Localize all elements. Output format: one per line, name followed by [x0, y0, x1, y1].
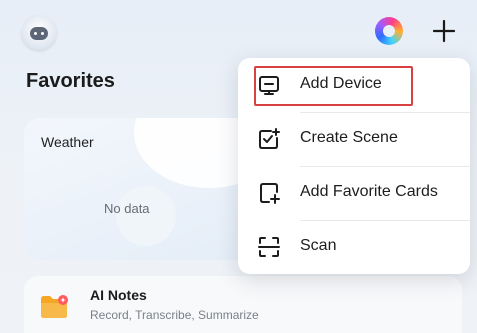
menu-item-add-favorite-cards[interactable]: Add Favorite Cards	[238, 166, 470, 220]
folder-notes-icon	[41, 295, 68, 318]
menu-item-label: Add Favorite Cards	[300, 183, 438, 200]
menu-item-scan[interactable]: Scan	[238, 220, 470, 274]
plus-icon	[432, 19, 456, 43]
menu-item-label: Create Scene	[300, 129, 398, 146]
ai-notes-subtitle: Record, Transcribe, Summarize	[90, 308, 259, 322]
weather-decoration	[116, 186, 176, 246]
ai-notes-card[interactable]: AI Notes Record, Transcribe, Summarize	[24, 276, 462, 333]
create-scene-icon	[259, 128, 280, 149]
menu-item-create-scene[interactable]: Create Scene	[238, 112, 470, 166]
ai-notes-title: AI Notes	[90, 287, 147, 303]
avatar-robot-icon	[30, 27, 48, 40]
weather-card-title: Weather	[41, 134, 94, 150]
add-favorite-cards-icon	[260, 183, 280, 204]
add-menu-popup: Add Device Create Scene Add Favorite Car…	[238, 58, 470, 274]
scan-icon	[258, 237, 280, 257]
page-title: Favorites	[26, 70, 115, 92]
menu-item-label: Scan	[300, 237, 337, 254]
add-button[interactable]	[430, 17, 458, 45]
ai-assistant-icon[interactable]	[375, 17, 403, 45]
menu-item-label: Add Device	[300, 75, 382, 92]
menu-item-add-device[interactable]: Add Device	[238, 58, 470, 112]
user-avatar[interactable]	[22, 16, 56, 50]
add-device-icon	[259, 76, 279, 95]
weather-status: No data	[104, 201, 150, 216]
